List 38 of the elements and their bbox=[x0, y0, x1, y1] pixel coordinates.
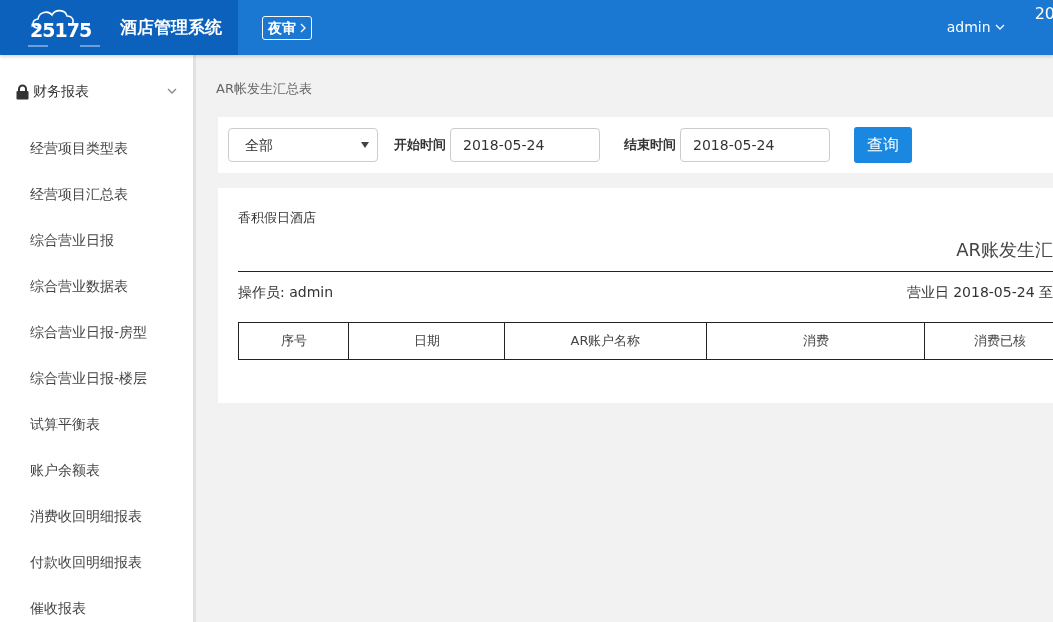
clock-text: 20 bbox=[1034, 3, 1053, 25]
sidebar-group-label: 财务报表 bbox=[33, 82, 89, 101]
lock-icon bbox=[16, 83, 29, 100]
sidebar-item[interactable]: 综合营业日报 bbox=[0, 217, 193, 263]
sidebar-item[interactable]: 综合营业日报-楼层 bbox=[0, 355, 193, 401]
sidebar-item[interactable]: 付款收回明细报表 bbox=[0, 539, 193, 585]
account-select[interactable]: 全部 bbox=[228, 128, 378, 162]
report-title: AR账发生汇 bbox=[956, 237, 1053, 262]
sidebar-item[interactable]: 试算平衡表 bbox=[0, 401, 193, 447]
start-date-field[interactable]: 2018-05-24 bbox=[450, 128, 600, 162]
operator-text: 操作员: admin bbox=[238, 283, 334, 302]
start-time-label: 开始时间 bbox=[394, 136, 446, 155]
dropdown-arrow-icon bbox=[361, 142, 369, 148]
app-title: 酒店管理系统 bbox=[120, 15, 222, 39]
sidebar-item[interactable]: 经营项目类型表 bbox=[0, 125, 193, 171]
hotel-name: 香积假日酒店 bbox=[238, 209, 317, 227]
end-date-field[interactable]: 2018-05-24 bbox=[680, 128, 830, 162]
column-header: 消费 bbox=[706, 322, 925, 359]
user-menu[interactable]: admin bbox=[940, 16, 1011, 39]
sidebar-item[interactable]: 经营项目汇总表 bbox=[0, 171, 193, 217]
sidebar-item[interactable]: 消费收回明细报表 bbox=[0, 493, 193, 539]
sidebar-item[interactable]: 账户余额表 bbox=[0, 447, 193, 493]
column-header: 消费已核 bbox=[924, 322, 1053, 359]
end-time-label: 结束时间 bbox=[624, 136, 676, 155]
breadcrumb-text: AR帐发生汇总表 bbox=[215, 80, 313, 98]
column-header: 序号 bbox=[238, 322, 349, 359]
query-button[interactable]: 查询 bbox=[854, 127, 912, 163]
sidebar-group-header[interactable]: 财务报表 bbox=[0, 65, 193, 102]
caret-icon bbox=[994, 24, 1005, 31]
sidebar-item[interactable]: 催收报表 bbox=[0, 585, 193, 622]
column-header: AR账户名称 bbox=[504, 322, 707, 359]
chevron-right-icon bbox=[300, 22, 306, 33]
logo-text: 25175 bbox=[30, 17, 92, 43]
night-audit-button[interactable]: 夜审 bbox=[262, 15, 312, 40]
business-day-text: 营业日 2018-05-24 至 bbox=[906, 283, 1053, 302]
column-header: 日期 bbox=[348, 322, 505, 359]
sidebar-item[interactable]: 综合营业数据表 bbox=[0, 263, 193, 309]
sidebar-item[interactable]: 综合营业日报-房型 bbox=[0, 309, 193, 355]
